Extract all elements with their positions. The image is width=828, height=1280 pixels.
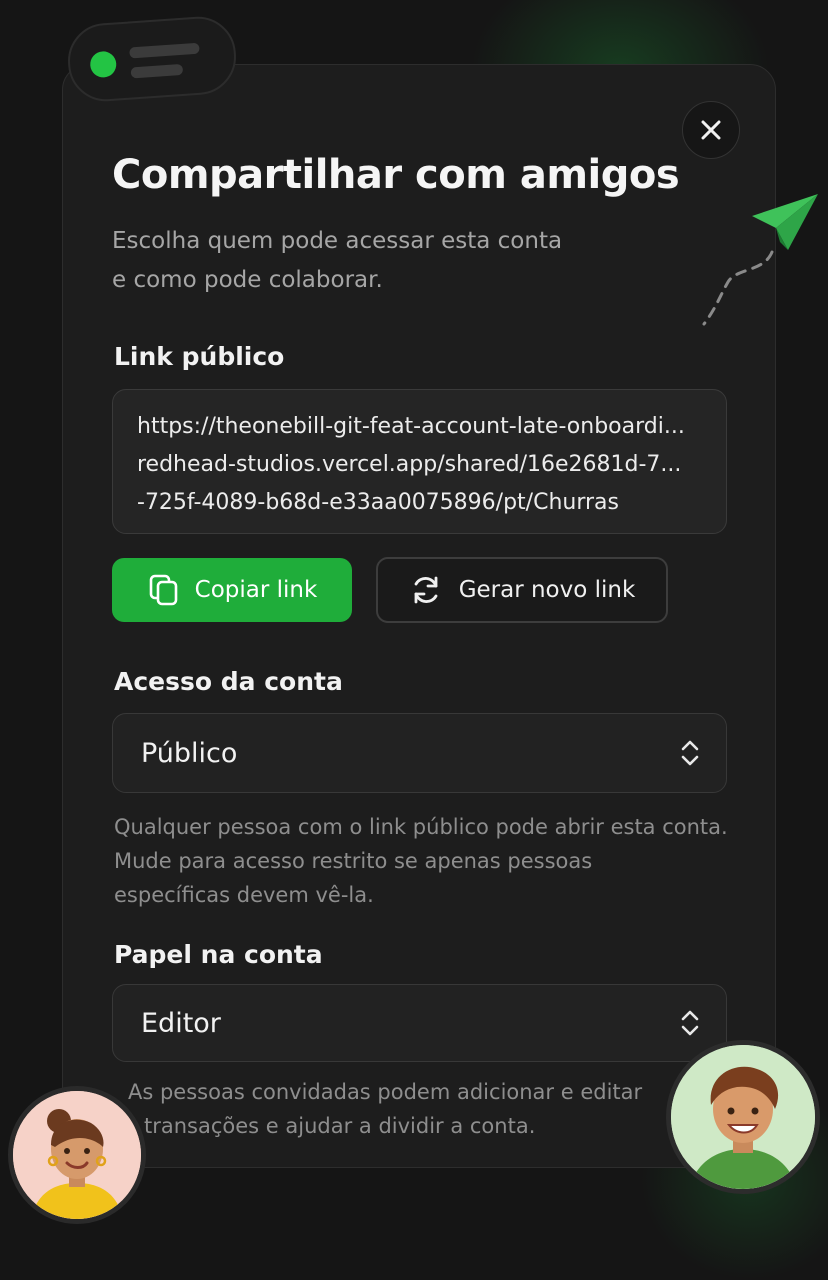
public-link-label: Link público [114, 342, 285, 371]
account-access-select[interactable]: Público [112, 713, 727, 793]
help-line: transações e ajudar a dividir a conta. [144, 1114, 536, 1138]
placeholder-bar [130, 63, 184, 79]
account-access-help: Qualquer pessoa com o link público pode … [114, 810, 728, 912]
copy-link-button[interactable]: Copiar link [112, 558, 352, 622]
subtitle-line: Escolha quem pode acessar esta conta [112, 228, 563, 254]
regenerate-link-button[interactable]: Gerar novo link [376, 557, 668, 623]
subtitle-line: e como pode colaborar. [112, 267, 383, 293]
account-role-value: Editor [141, 1007, 221, 1039]
public-link-url-line: redhead-studios.vercel.app/shared/16e268… [137, 452, 682, 477]
help-line: As pessoas convidadas podem adicionar e … [128, 1080, 643, 1104]
account-role-label: Papel na conta [114, 940, 323, 969]
paper-plane-icon [702, 194, 818, 326]
account-access-label: Acesso da conta [114, 667, 343, 696]
account-role-select[interactable]: Editor [112, 984, 727, 1062]
close-button[interactable] [682, 101, 740, 159]
placeholder-bar [129, 42, 200, 59]
help-line: específicas devem vê-la. [114, 883, 374, 907]
copy-link-label: Copiar link [194, 577, 318, 603]
status-indicator-pill [65, 14, 239, 104]
account-access-value: Público [141, 737, 238, 769]
status-dot [89, 50, 118, 79]
public-link-url-line: https://theonebill-git-feat-account-late… [137, 414, 685, 439]
avatar [666, 1040, 820, 1194]
dialog-subtitle: Escolha quem pode acessar esta conta e c… [112, 222, 632, 300]
chevron-up-down-icon [681, 1010, 699, 1036]
regenerate-link-label: Gerar novo link [458, 577, 636, 603]
avatar [8, 1086, 146, 1224]
public-link-url-line: -725f-4089-b68d-e33aa0075896/pt/Churras [137, 490, 619, 515]
close-icon [701, 120, 721, 140]
copy-icon [149, 574, 177, 606]
woman-avatar-illustration [13, 1091, 141, 1219]
account-role-help: As pessoas convidadas podem adicionar e … [128, 1075, 642, 1143]
help-line: Qualquer pessoa com o link público pode … [114, 815, 728, 839]
public-link-field[interactable]: https://theonebill-git-feat-account-late… [112, 389, 727, 534]
refresh-icon [414, 576, 438, 604]
man-avatar-illustration [671, 1045, 815, 1189]
chevron-up-down-icon [681, 740, 699, 766]
dialog-title: Compartilhar com amigos [112, 152, 680, 198]
help-line: Mude para acesso restrito se apenas pess… [114, 849, 593, 873]
